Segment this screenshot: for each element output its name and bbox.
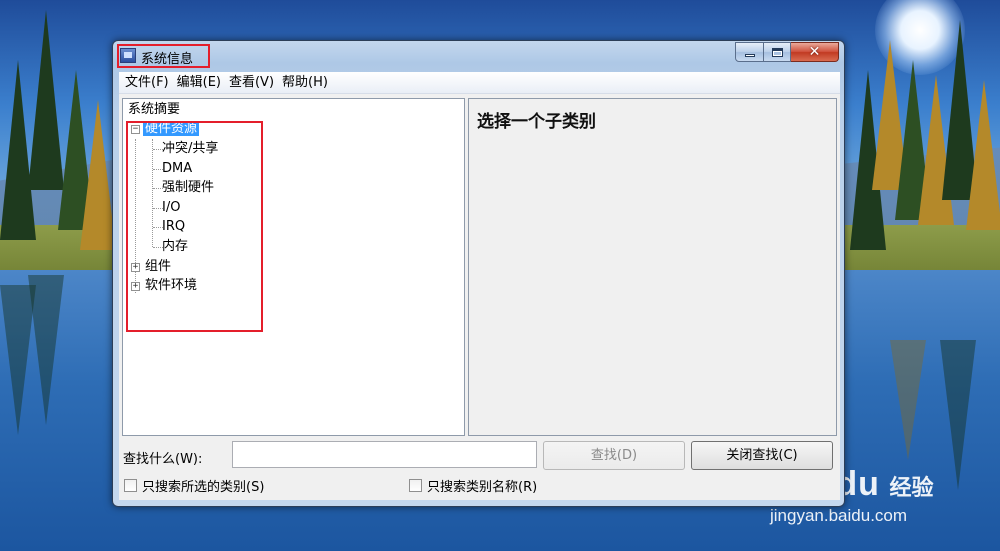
system-info-window: 系统信息 ✕ 文件(F) 编辑(E) 查看(V) 帮助(H) 系统摘要 − 硬件… bbox=[112, 40, 845, 507]
search-selected-category-option[interactable]: 只搜索所选的类别(S) bbox=[124, 477, 265, 495]
category-tree[interactable]: 系统摘要 − 硬件资源 冲突/共享 DMA 强制硬件 I/O IRQ 内存 + … bbox=[122, 98, 465, 436]
baidu-sub: 经验 bbox=[889, 475, 934, 500]
details-pane: 选择一个子类别 bbox=[468, 98, 837, 436]
menu-view[interactable]: 查看(V) bbox=[225, 73, 278, 93]
maximize-icon bbox=[771, 47, 783, 57]
search-names-label: 只搜索类别名称(R) bbox=[427, 479, 538, 495]
golden-tree bbox=[966, 80, 1000, 230]
find-what-label: 查找什么(W): bbox=[123, 452, 203, 467]
menu-file[interactable]: 文件(F) bbox=[121, 73, 173, 93]
details-heading: 选择一个子类别 bbox=[477, 112, 596, 132]
menu-help[interactable]: 帮助(H) bbox=[278, 73, 332, 93]
tree-reflection bbox=[0, 285, 36, 435]
tree-item-label: 系统摘要 bbox=[128, 102, 181, 117]
search-selected-label: 只搜索所选的类别(S) bbox=[142, 479, 265, 495]
find-button[interactable]: 查找(D) bbox=[543, 441, 685, 470]
search-names-checkbox[interactable] bbox=[409, 478, 422, 492]
tree-highlight-box bbox=[126, 121, 263, 332]
minimize-button[interactable] bbox=[735, 42, 764, 62]
close-find-button[interactable]: 关闭查找(C) bbox=[691, 441, 833, 470]
find-what-input[interactable] bbox=[232, 441, 537, 468]
golden-tree bbox=[80, 100, 116, 250]
title-bar[interactable]: 系统信息 ✕ bbox=[113, 41, 844, 71]
menu-bar: 文件(F) 编辑(E) 查看(V) 帮助(H) bbox=[119, 72, 840, 94]
window-client: 文件(F) 编辑(E) 查看(V) 帮助(H) 系统摘要 − 硬件资源 冲突/共 bbox=[119, 72, 840, 500]
maximize-button[interactable] bbox=[764, 42, 791, 62]
tree-reflection bbox=[890, 340, 926, 460]
search-selected-checkbox[interactable] bbox=[124, 478, 137, 492]
menu-edit[interactable]: 编辑(E) bbox=[173, 73, 225, 93]
caption-buttons: ✕ bbox=[735, 42, 839, 62]
tree-reflection bbox=[940, 340, 976, 490]
baidu-url: jingyan.baidu.com bbox=[770, 506, 908, 525]
search-category-names-option[interactable]: 只搜索类别名称(R) bbox=[409, 477, 538, 495]
minimize-icon bbox=[744, 53, 755, 57]
close-button[interactable]: ✕ bbox=[791, 42, 839, 62]
title-highlight-box bbox=[117, 44, 210, 68]
close-icon: ✕ bbox=[808, 44, 821, 60]
tree-item-system-summary[interactable]: 系统摘要 bbox=[126, 101, 182, 119]
